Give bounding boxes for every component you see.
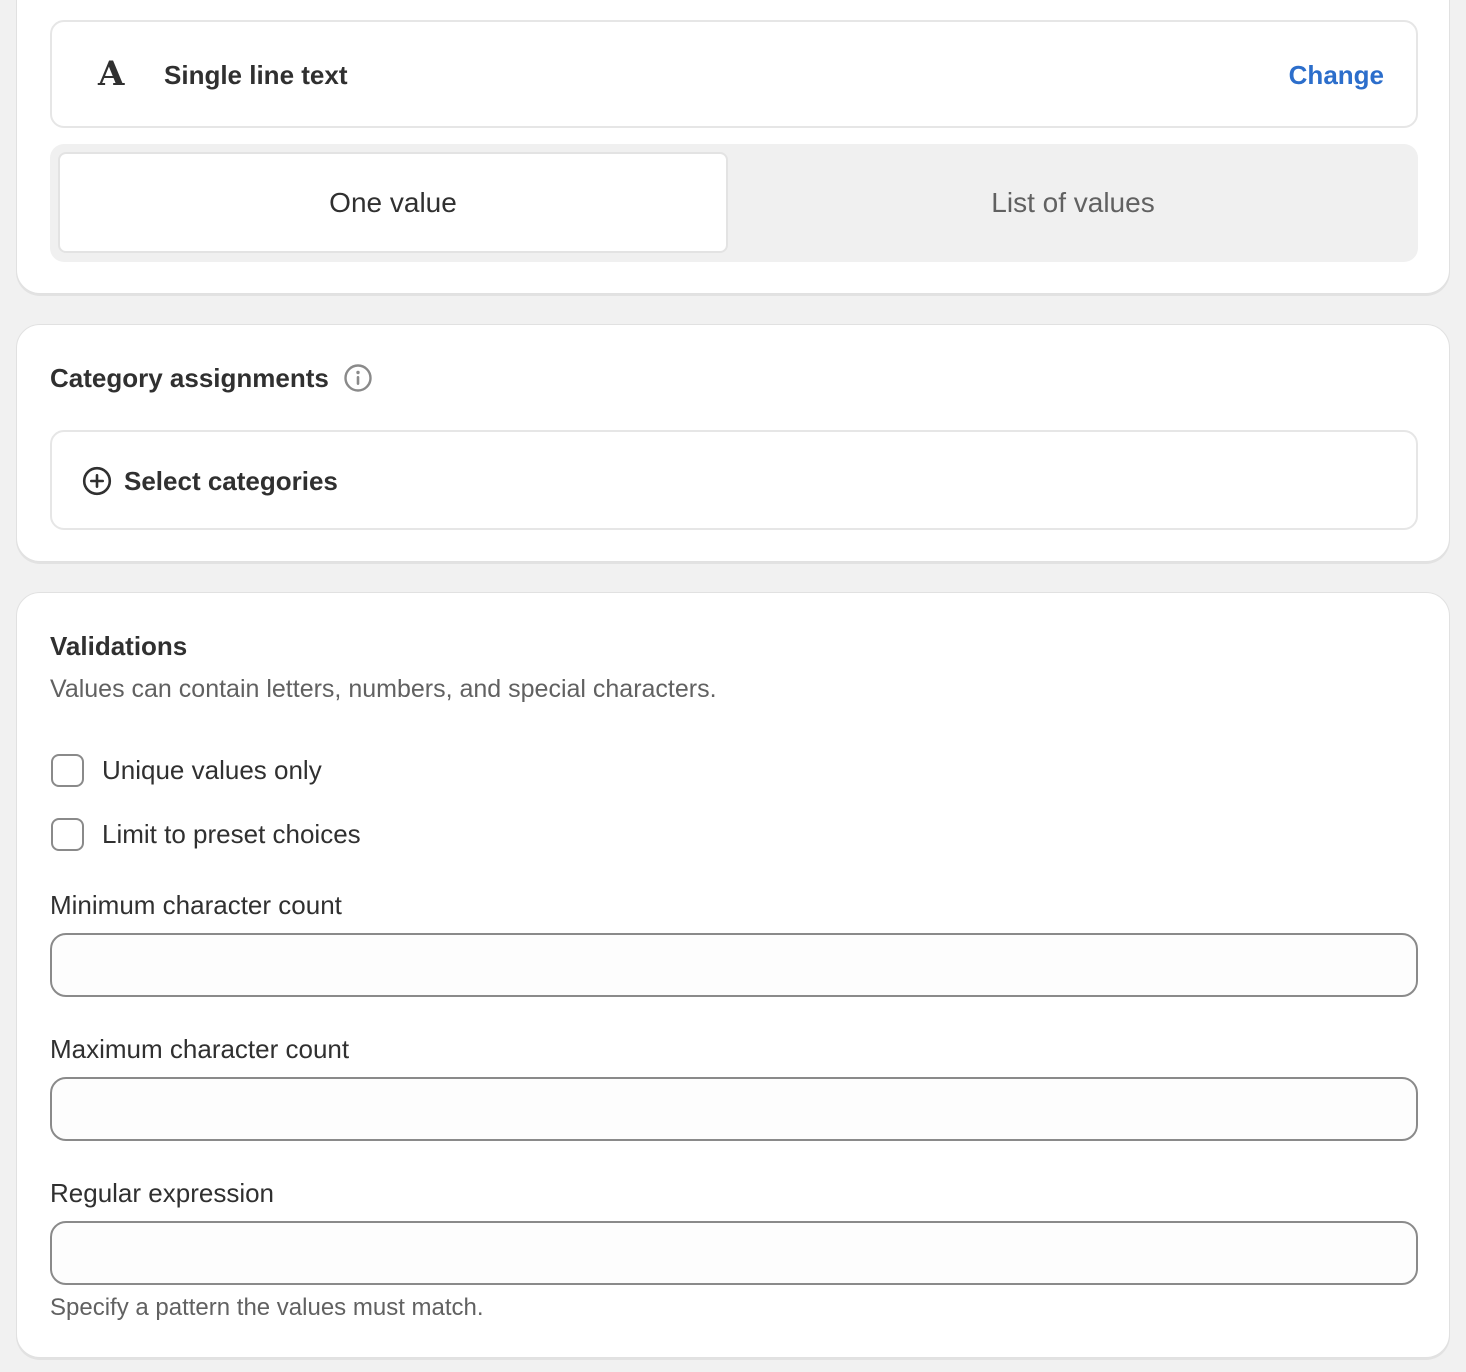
min-count-label: Minimum character count: [50, 890, 342, 920]
preset-choices-checkbox[interactable]: [51, 817, 84, 851]
validations-title: Validations: [50, 631, 188, 661]
regex-label: Regular expression: [50, 1178, 275, 1208]
validations-description: Values can contain letters, numbers, and…: [50, 675, 717, 703]
info-circle-icon[interactable]: [343, 363, 373, 393]
unique-values-label: Unique values only: [102, 755, 322, 785]
type-label: Single line text: [164, 60, 348, 90]
min-count-input[interactable]: [50, 933, 1418, 997]
list-of-values-option[interactable]: List of values: [738, 152, 1408, 253]
plus-circle-icon: [82, 466, 112, 496]
category-title: Category assignments: [50, 363, 329, 393]
letter-a-icon: A: [98, 54, 125, 94]
validations-card: Validations Values can contain letters, …: [16, 592, 1450, 1358]
max-count-label: Maximum character count: [50, 1034, 350, 1064]
preset-choices-checkbox-row[interactable]: Limit to preset choices: [51, 814, 361, 854]
preset-choices-label: Limit to preset choices: [102, 819, 361, 849]
regex-help-text: Specify a pattern the values must match.: [50, 1294, 484, 1321]
value-mode-toggle: One value List of values: [50, 144, 1418, 262]
category-card: Category assignments Select categories: [16, 324, 1450, 562]
page: A Single line text Change One value List…: [0, 0, 1466, 1372]
max-count-input[interactable]: [50, 1077, 1418, 1141]
select-categories-label: Select categories: [124, 466, 338, 496]
unique-values-checkbox[interactable]: [51, 753, 84, 787]
type-card: A Single line text Change One value List…: [16, 0, 1450, 294]
regex-input[interactable]: [50, 1221, 1418, 1285]
type-row: A Single line text Change: [50, 20, 1418, 128]
unique-values-checkbox-row[interactable]: Unique values only: [51, 750, 322, 790]
category-heading: Category assignments: [50, 359, 373, 397]
one-value-option[interactable]: One value: [58, 152, 728, 253]
select-categories-button[interactable]: Select categories: [50, 430, 1418, 530]
change-link[interactable]: Change: [1289, 55, 1384, 95]
